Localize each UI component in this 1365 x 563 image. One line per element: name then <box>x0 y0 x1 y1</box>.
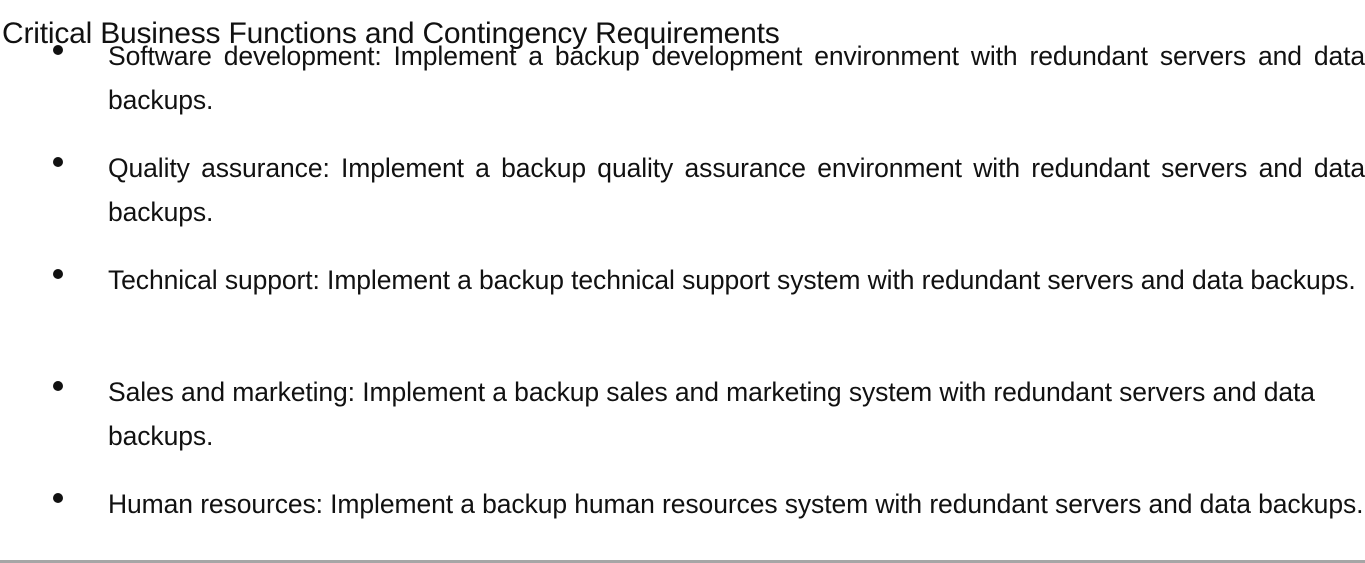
list-item: Software development: Implement a backup… <box>0 34 1365 146</box>
list-item: Quality assurance: Implement a backup qu… <box>0 146 1365 258</box>
list-item-text: Sales and marketing: Implement a backup … <box>108 377 1315 451</box>
list-item-text: Software development: Implement a backup… <box>108 41 1365 115</box>
list-item: Technical support: Implement a backup te… <box>0 258 1365 370</box>
list-item: Sales and marketing: Implement a backup … <box>0 370 1365 482</box>
bullet-dot-icon <box>53 269 63 279</box>
bullet-dot-icon <box>53 157 63 167</box>
list-item-text: Quality assurance: Implement a backup qu… <box>108 153 1365 227</box>
list-item-text: Technical support: Implement a backup te… <box>108 265 1356 295</box>
list-item-text: Human resources: Implement a backup huma… <box>108 489 1364 519</box>
bullet-dot-icon <box>53 45 63 55</box>
critical-functions-list: Software development: Implement a backup… <box>0 34 1365 560</box>
bullet-dot-icon <box>53 381 63 391</box>
list-item: Human resources: Implement a backup huma… <box>0 482 1365 560</box>
bullet-dot-icon <box>53 493 63 503</box>
document-page: Critical Business Functions and Continge… <box>0 0 1365 563</box>
